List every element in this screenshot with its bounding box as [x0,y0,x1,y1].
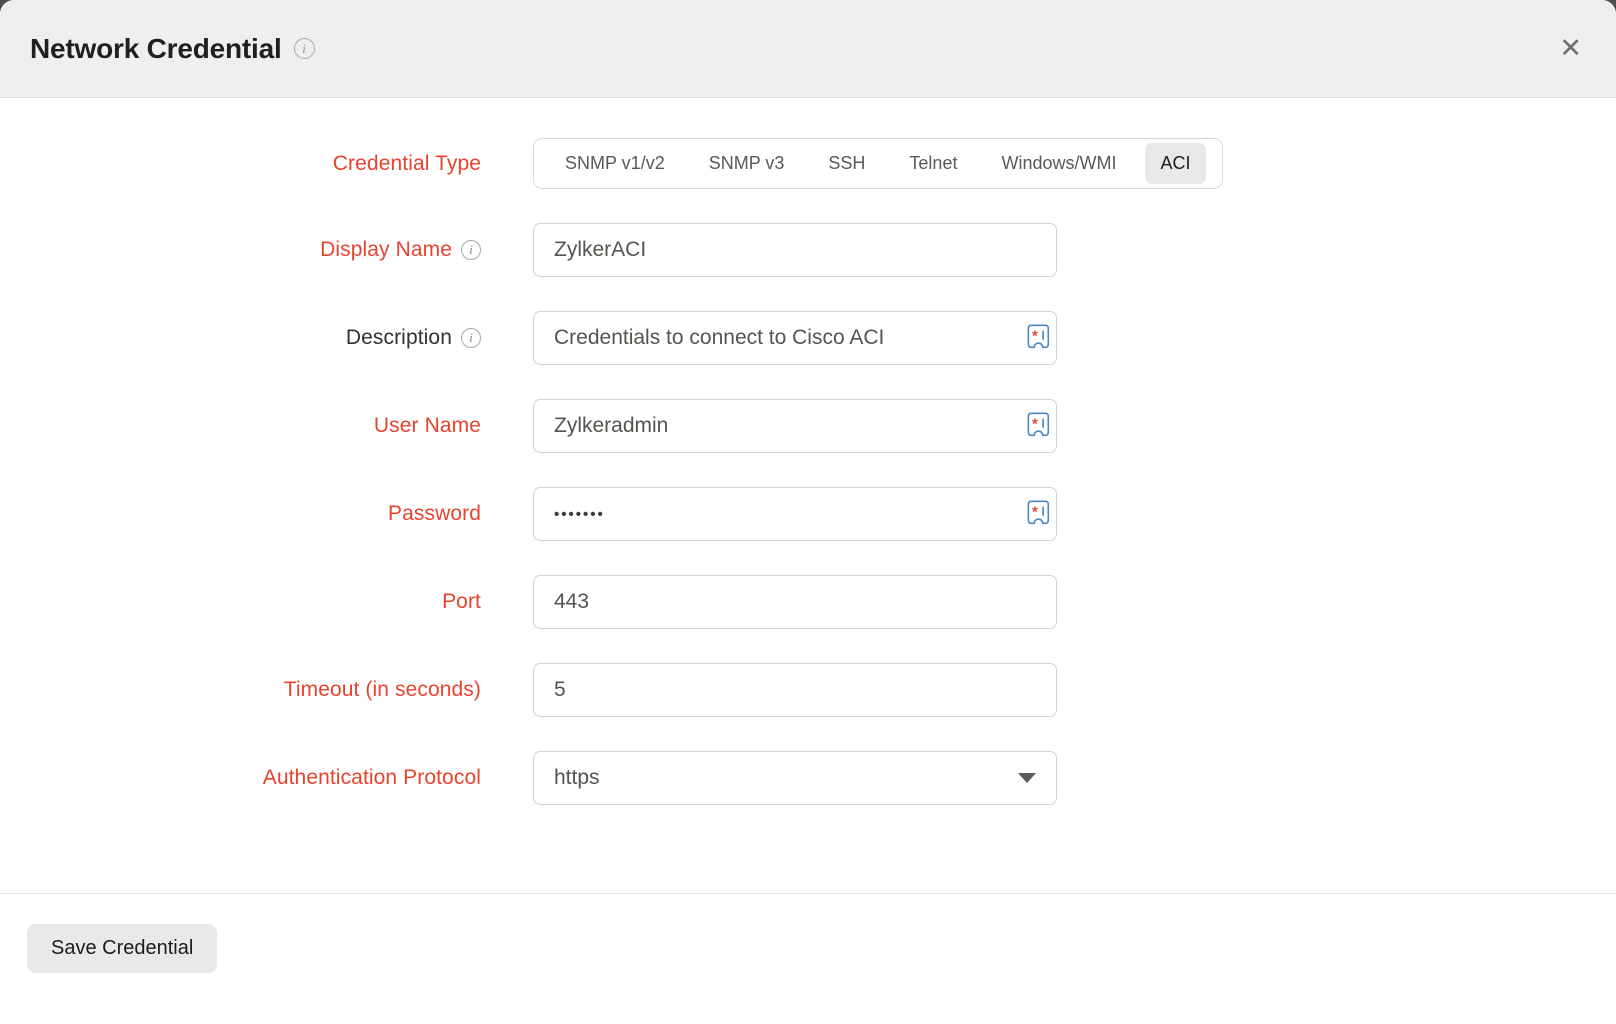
insert-variable-icon[interactable]: * [1027,412,1050,438]
save-credential-button[interactable]: Save Credential [27,924,217,973]
tab-snmp-v3[interactable]: SNMP v3 [694,143,800,184]
description-input[interactable] [533,311,1057,365]
description-row: Description i * [0,311,1616,365]
dialog-footer: Save Credential [0,893,1616,1024]
password-row: Password * [0,487,1616,541]
tab-telnet[interactable]: Telnet [894,143,972,184]
password-label: Password [388,502,481,526]
port-input[interactable] [533,575,1057,629]
tab-ssh[interactable]: SSH [813,143,880,184]
password-input[interactable] [533,487,1057,541]
dialog-body: Credential Type SNMP v1/v2 SNMP v3 SSH T… [0,98,1616,893]
tab-windows-wmi[interactable]: Windows/WMI [986,143,1131,184]
title-info-icon[interactable]: i [294,38,315,59]
dialog-title: Network Credential [30,33,282,65]
user-name-row: User Name * [0,399,1616,453]
tab-aci[interactable]: ACI [1145,143,1205,184]
auth-protocol-select[interactable]: https [533,751,1057,805]
auth-protocol-label: Authentication Protocol [263,766,481,790]
port-label: Port [442,590,481,614]
insert-variable-icon[interactable]: * [1027,500,1050,526]
auth-protocol-value: https [554,766,600,790]
svg-text:*: * [1032,503,1038,520]
description-info-icon[interactable]: i [461,328,481,348]
chevron-down-icon [1018,773,1036,783]
timeout-label: Timeout (in seconds) [284,678,481,702]
timeout-row: Timeout (in seconds) [0,663,1616,717]
svg-text:*: * [1032,327,1038,344]
credential-type-tabs: SNMP v1/v2 SNMP v3 SSH Telnet Windows/WM… [533,138,1223,189]
user-name-input[interactable] [533,399,1057,453]
display-name-info-icon[interactable]: i [461,240,481,260]
display-name-label: Display Name [320,238,452,262]
network-credential-dialog: Network Credential i ✕ Credential Type S… [0,0,1616,1024]
svg-text:*: * [1032,415,1038,432]
port-row: Port [0,575,1616,629]
tab-snmp-v1v2[interactable]: SNMP v1/v2 [550,143,680,184]
credential-type-row: Credential Type SNMP v1/v2 SNMP v3 SSH T… [0,138,1616,189]
close-icon[interactable]: ✕ [1555,31,1586,66]
display-name-input[interactable] [533,223,1057,277]
user-name-label: User Name [374,414,481,438]
insert-variable-icon[interactable]: * [1027,324,1050,350]
description-label: Description [346,326,452,350]
auth-protocol-row: Authentication Protocol https [0,751,1616,805]
timeout-input[interactable] [533,663,1057,717]
dialog-header: Network Credential i ✕ [0,0,1616,98]
credential-type-label: Credential Type [333,152,481,176]
display-name-row: Display Name i [0,223,1616,277]
